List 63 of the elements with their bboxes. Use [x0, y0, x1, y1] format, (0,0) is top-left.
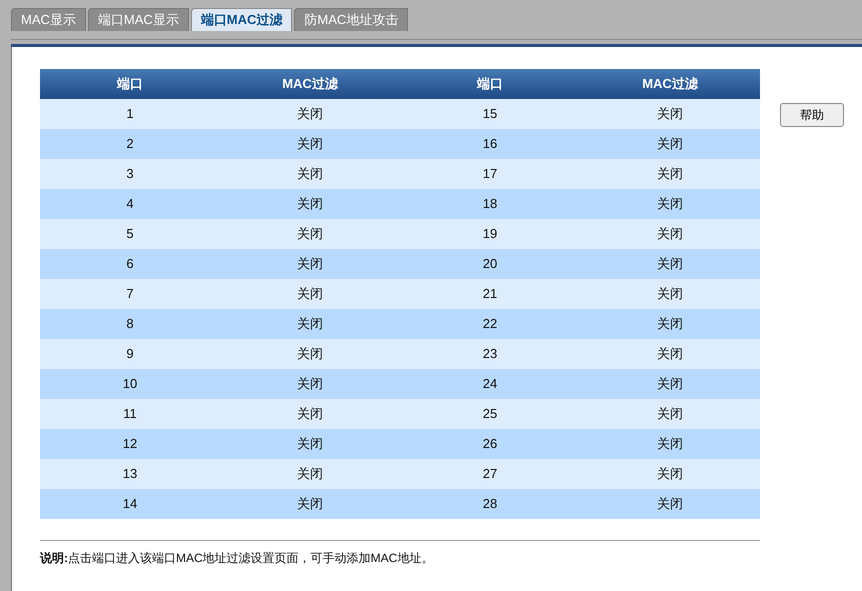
port-cell[interactable]: 23	[400, 339, 580, 369]
filter-status-cell: 关闭	[580, 429, 760, 459]
port-cell[interactable]: 10	[40, 369, 220, 399]
filter-status-cell: 关闭	[580, 249, 760, 279]
port-cell[interactable]: 15	[400, 99, 580, 129]
port-cell[interactable]: 6	[40, 249, 220, 279]
filter-status-cell: 关闭	[580, 369, 760, 399]
filter-status-cell: 关闭	[220, 459, 400, 489]
filter-status-cell: 关闭	[220, 249, 400, 279]
filter-status-cell: 关闭	[220, 189, 400, 219]
port-cell[interactable]: 22	[400, 309, 580, 339]
port-cell[interactable]: 19	[400, 219, 580, 249]
port-cell[interactable]: 3	[40, 159, 220, 189]
filter-status-cell: 关闭	[580, 129, 760, 159]
filter-status-cell: 关闭	[220, 489, 400, 519]
port-cell[interactable]: 27	[400, 459, 580, 489]
column-header: 端口	[40, 69, 220, 99]
port-cell[interactable]: 25	[400, 399, 580, 429]
port-cell[interactable]: 1	[40, 99, 220, 129]
column-header: MAC过滤	[220, 69, 400, 99]
port-cell[interactable]: 28	[400, 489, 580, 519]
filter-status-cell: 关闭	[220, 159, 400, 189]
column-header: 端口	[400, 69, 580, 99]
port-cell[interactable]: 26	[400, 429, 580, 459]
filter-status-cell: 关闭	[580, 189, 760, 219]
filter-status-cell: 关闭	[580, 489, 760, 519]
port-cell[interactable]: 21	[400, 279, 580, 309]
port-cell[interactable]: 24	[400, 369, 580, 399]
port-cell[interactable]: 9	[40, 339, 220, 369]
filter-status-cell: 关闭	[580, 339, 760, 369]
filter-status-cell: 关闭	[220, 369, 400, 399]
filter-status-cell: 关闭	[220, 339, 400, 369]
filter-status-cell: 关闭	[220, 279, 400, 309]
filter-status-cell: 关闭	[580, 99, 760, 129]
help-button[interactable]: 帮助	[780, 103, 844, 127]
column-header: MAC过滤	[580, 69, 760, 99]
port-cell[interactable]: 14	[40, 489, 220, 519]
filter-status-cell: 关闭	[220, 219, 400, 249]
filter-status-cell: 关闭	[580, 459, 760, 489]
filter-status-cell: 关闭	[580, 309, 760, 339]
filter-status-cell: 关闭	[580, 219, 760, 249]
filter-status-cell: 关闭	[220, 99, 400, 129]
port-cell[interactable]: 4	[40, 189, 220, 219]
port-cell[interactable]: 12	[40, 429, 220, 459]
filter-status-cell: 关闭	[220, 399, 400, 429]
port-cell[interactable]: 8	[40, 309, 220, 339]
filter-status-cell: 关闭	[580, 279, 760, 309]
filter-status-cell: 关闭	[220, 309, 400, 339]
note-text: 说明:点击端口进入该端口MAC地址过滤设置页面，可手动添加MAC地址。	[40, 550, 434, 567]
filter-status-cell: 关闭	[580, 399, 760, 429]
port-cell[interactable]: 2	[40, 129, 220, 159]
port-cell[interactable]: 17	[400, 159, 580, 189]
filter-status-cell: 关闭	[220, 429, 400, 459]
filter-status-cell: 关闭	[220, 129, 400, 159]
port-cell[interactable]: 16	[400, 129, 580, 159]
port-cell[interactable]: 18	[400, 189, 580, 219]
port-cell[interactable]: 11	[40, 399, 220, 429]
port-cell[interactable]: 20	[400, 249, 580, 279]
tab[interactable]: 端口MAC过滤	[190, 8, 292, 31]
port-cell[interactable]: 7	[40, 279, 220, 309]
port-cell[interactable]: 13	[40, 459, 220, 489]
port-cell[interactable]: 5	[40, 219, 220, 249]
filter-status-cell: 关闭	[580, 159, 760, 189]
